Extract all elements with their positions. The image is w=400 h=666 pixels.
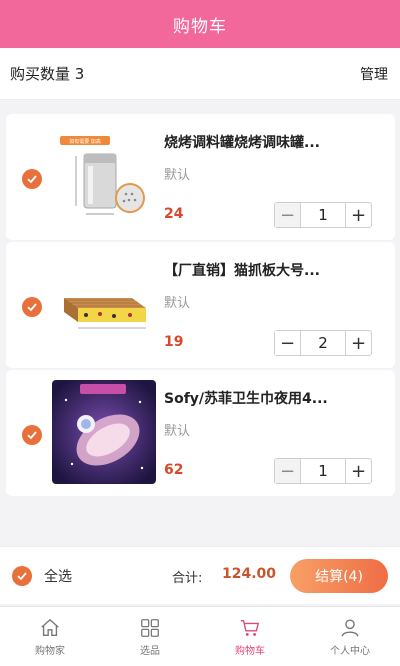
checkout-button[interactable]: 结算(4) [290, 559, 388, 593]
quantity-value[interactable]: 2 [301, 331, 345, 355]
increase-button[interactable]: + [345, 203, 371, 227]
product-spec: 默认 [164, 168, 191, 183]
quantity-value[interactable]: 1 [301, 203, 345, 227]
cart-item: 【厂直销】猫抓板大号... 默认 19 − 2 + [6, 242, 395, 368]
product-name[interactable]: 烧烤调料罐烧烤调味罐... [164, 132, 384, 152]
tab-home[interactable]: 购物家 [0, 607, 100, 666]
select-all-label[interactable]: 全选 [44, 566, 72, 586]
tab-profile[interactable]: 个人中心 [300, 607, 400, 666]
manage-button[interactable]: 管理 [360, 64, 388, 84]
checkmark-icon [27, 431, 37, 440]
select-all-checkbox[interactable] [12, 566, 32, 586]
product-image-cat-scratcher[interactable] [52, 252, 156, 356]
user-icon [341, 619, 359, 637]
quantity-stepper: − 1 + [274, 202, 372, 228]
tab-label: 购物车 [235, 645, 265, 657]
checkout-bar: 全选 合计: 124.00 结算(4) [0, 546, 400, 604]
product-price: 62 [164, 462, 184, 478]
item-select-checkbox[interactable] [22, 169, 42, 189]
tab-label: 个人中心 [330, 645, 370, 657]
cart-item: 如有需要 加高 烧烤调料罐烧烤调味罐... 默认 24 − 1 + [6, 114, 395, 240]
checkmark-icon [27, 175, 37, 184]
cart-icon [240, 619, 260, 636]
tab-selection[interactable]: 选品 [100, 607, 200, 666]
checkmark-icon [17, 572, 27, 581]
total-label: 合计: [172, 571, 203, 586]
product-tag: 如有需要 加高 [69, 138, 101, 145]
product-spec: 默认 [164, 424, 191, 439]
bottom-tab-bar: 购物家 选品 购物车 个人中心 [0, 606, 400, 666]
grid-icon [141, 618, 159, 637]
purchase-count: 购买数量 3 [10, 65, 85, 83]
item-select-checkbox[interactable] [22, 425, 42, 445]
cart-item: Sofy/苏菲卫生巾夜用4... 默认 62 − 1 + [6, 370, 395, 496]
quantity-value[interactable]: 1 [301, 459, 345, 483]
cart-summary-bar: 购买数量 3 管理 [0, 48, 400, 100]
page-title: 购物车 [173, 16, 227, 37]
header-bar: 购物车 [0, 0, 400, 48]
increase-button[interactable]: + [345, 331, 371, 355]
quantity-stepper: − 1 + [274, 458, 372, 484]
tab-label: 购物家 [35, 645, 65, 657]
cart-list: 如有需要 加高 烧烤调料罐烧烤调味罐... 默认 24 − 1 + 【厂直销】猫… [6, 114, 395, 498]
total-amount: 124.00 [222, 566, 277, 582]
increase-button[interactable]: + [345, 459, 371, 483]
decrease-button[interactable]: − [275, 331, 301, 355]
product-price: 19 [164, 334, 184, 350]
product-image-sanitary-pads[interactable] [52, 380, 156, 484]
tab-cart[interactable]: 购物车 [200, 607, 300, 666]
home-icon [41, 618, 59, 636]
item-select-checkbox[interactable] [22, 297, 42, 317]
quantity-stepper: − 2 + [274, 330, 372, 356]
checkmark-icon [27, 303, 37, 312]
product-name[interactable]: Sofy/苏菲卫生巾夜用4... [164, 388, 384, 408]
product-image-seasoning-shaker[interactable]: 如有需要 加高 [52, 124, 156, 228]
tab-label: 选品 [140, 645, 160, 657]
decrease-button[interactable]: − [275, 459, 301, 483]
product-price: 24 [164, 206, 184, 222]
product-name[interactable]: 【厂直销】猫抓板大号... [164, 260, 384, 280]
product-spec: 默认 [164, 296, 191, 311]
decrease-button[interactable]: − [275, 203, 301, 227]
